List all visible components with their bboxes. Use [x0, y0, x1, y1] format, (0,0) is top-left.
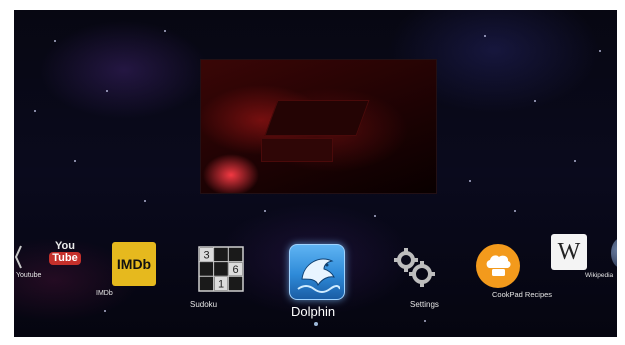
sudoku-digit: 1: [218, 279, 224, 291]
app-sudoku[interactable]: 3 6 1 Sudoku: [190, 230, 260, 330]
app-label: Dolphin: [291, 304, 336, 319]
home-screen: You Tube Youtube IMDb IMDb 3 6 1 Sudoku …: [14, 10, 617, 337]
preview-object: [264, 100, 370, 136]
imdb-icon: IMDb: [112, 242, 156, 286]
app-wikipedia[interactable]: W Wikipedia: [549, 230, 617, 330]
app-youtube[interactable]: You Tube Youtube: [14, 230, 94, 330]
app-label: CookPad Recipes: [492, 290, 553, 299]
wikipedia-icon: W: [551, 234, 587, 270]
next-app-globe-icon[interactable]: [611, 238, 617, 268]
youtube-icon: You Tube: [48, 234, 82, 270]
app-settings[interactable]: Settings: [388, 230, 458, 330]
app-dolphin[interactable]: Dolphin: [284, 230, 354, 335]
selection-dot: [314, 322, 318, 326]
app-label: Youtube: [16, 272, 42, 279]
dolphin-icon: [289, 244, 345, 300]
chef-hat-icon: [476, 244, 520, 288]
app-dock: You Tube Youtube IMDb IMDb 3 6 1 Sudoku …: [14, 230, 617, 337]
app-label: IMDb: [96, 290, 113, 297]
app-label: Sudoku: [190, 300, 218, 309]
app-label: Settings: [410, 300, 439, 309]
gears-icon: [392, 246, 436, 290]
preview-object: [261, 138, 333, 162]
sudoku-icon: 3 6 1: [198, 246, 244, 292]
app-label: Wikipedia: [585, 272, 614, 279]
sudoku-digit: 6: [232, 264, 238, 276]
app-imdb[interactable]: IMDb IMDb: [96, 230, 166, 330]
video-preview-window[interactable]: [200, 59, 437, 194]
sudoku-digit: 3: [203, 250, 209, 262]
